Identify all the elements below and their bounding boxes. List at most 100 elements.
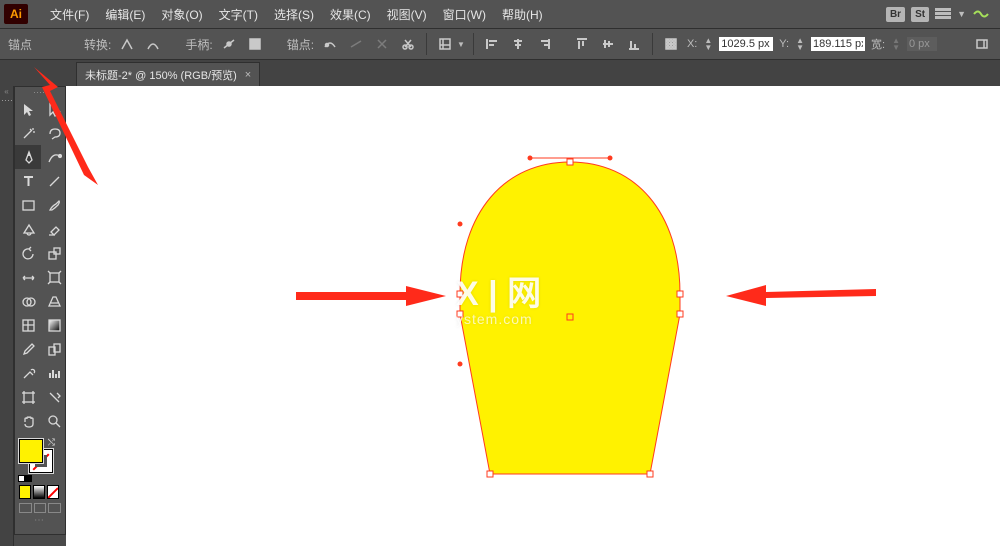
anchor-top[interactable] — [567, 159, 573, 165]
tool-shape-builder[interactable] — [15, 289, 41, 313]
tool-eyedropper[interactable] — [15, 337, 41, 361]
none-mode-icon[interactable] — [47, 485, 59, 499]
anchor-right-mid[interactable] — [677, 291, 683, 297]
hide-handles-icon[interactable] — [245, 34, 265, 54]
color-mode-icon[interactable] — [19, 485, 31, 499]
draw-inside-icon[interactable] — [48, 503, 61, 513]
w-label: 宽: — [871, 36, 885, 52]
tool-eraser[interactable] — [41, 217, 67, 241]
panel-indicator-icon[interactable] — [972, 34, 992, 54]
show-handles-icon[interactable] — [219, 34, 239, 54]
x-input[interactable] — [719, 37, 773, 51]
tool-pen[interactable] — [15, 145, 41, 169]
tool-hand[interactable] — [15, 409, 41, 433]
swap-fill-stroke-icon[interactable]: ⤭ — [48, 437, 55, 448]
menu-window[interactable]: 窗口(W) — [435, 6, 494, 23]
menu-file[interactable]: 文件(F) — [42, 6, 97, 23]
anchor-left-low[interactable] — [457, 311, 463, 317]
anchor-left-mid[interactable] — [457, 291, 463, 297]
tool-free-transform[interactable] — [41, 265, 67, 289]
align-hcenter-icon[interactable] — [508, 34, 528, 54]
align-bottom-icon[interactable] — [624, 34, 644, 54]
align-left-icon[interactable] — [482, 34, 502, 54]
isolate-icon[interactable] — [435, 34, 455, 54]
tool-scale[interactable] — [41, 241, 67, 265]
dropdown-icon[interactable]: ▼ — [957, 9, 966, 19]
app-logo: Ai — [4, 4, 28, 24]
add-anchor-icon — [346, 34, 366, 54]
tool-shaper[interactable] — [15, 217, 41, 241]
fill-stroke-swatch[interactable]: ⤭ — [19, 439, 53, 473]
bridge-badge[interactable]: Br — [886, 7, 905, 22]
shape-path[interactable] — [460, 162, 680, 474]
menu-bar: Ai 文件(F) 编辑(E) 对象(O) 文字(T) 选择(S) 效果(C) 视… — [0, 0, 1000, 28]
y-input[interactable] — [811, 37, 865, 51]
w-input — [907, 37, 937, 51]
tool-rotate[interactable] — [15, 241, 41, 265]
tool-blend[interactable] — [41, 337, 67, 361]
handles-label: 手柄: — [185, 36, 212, 53]
menu-select[interactable]: 选择(S) — [266, 6, 322, 23]
tool-artboard[interactable] — [15, 385, 41, 409]
gradient-mode-icon[interactable] — [33, 485, 45, 499]
cut-path-icon[interactable] — [398, 34, 418, 54]
draw-normal-icon[interactable] — [19, 503, 32, 513]
tool-width[interactable] — [15, 265, 41, 289]
y-label: Y: — [779, 38, 789, 50]
left-panel-well[interactable]: « — [0, 86, 14, 546]
tool-curvature[interactable] — [41, 145, 67, 169]
menu-object[interactable]: 对象(O) — [153, 6, 210, 23]
anchor-right-low[interactable] — [677, 311, 683, 317]
x-label: X: — [687, 38, 697, 50]
menu-type[interactable]: 文字(T) — [211, 6, 266, 23]
tool-symbol-sprayer[interactable] — [15, 361, 41, 385]
document-tab-title: 未标题-2* @ 150% (RGB/预览) — [85, 67, 237, 83]
canvas[interactable]: X | 网 ystem.com — [66, 86, 1000, 546]
tab-close-icon[interactable]: × — [245, 69, 251, 81]
menu-edit[interactable]: 编辑(E) — [97, 6, 153, 23]
draw-behind-icon[interactable] — [34, 503, 47, 513]
tool-brush[interactable] — [41, 193, 67, 217]
menu-effect[interactable]: 效果(C) — [322, 6, 379, 23]
tool-magic-wand[interactable] — [15, 121, 41, 145]
default-fill-stroke-icon[interactable] — [18, 475, 32, 482]
tool-line[interactable] — [41, 169, 67, 193]
control-bar: 锚点 转换: 手柄: 锚点: ▼ X: ▲▼ Y: ▲▼ 宽: ▲▼ — [0, 28, 1000, 60]
gpu-icon[interactable] — [972, 7, 990, 21]
screen-mode-icon[interactable]: ⋯ — [19, 515, 61, 526]
tool-perspective[interactable] — [41, 289, 67, 313]
document-tab[interactable]: 未标题-2* @ 150% (RGB/预览) × — [76, 62, 260, 86]
tool-type[interactable] — [15, 169, 41, 193]
toolbox-grip[interactable] — [15, 87, 65, 97]
tool-rectangle[interactable] — [15, 193, 41, 217]
artwork-shape[interactable] — [450, 154, 690, 489]
align-vcenter-icon[interactable] — [598, 34, 618, 54]
menu-view[interactable]: 视图(V) — [379, 6, 435, 23]
remove-anchor-icon[interactable] — [320, 34, 340, 54]
tool-zoom[interactable] — [41, 409, 67, 433]
anchor-bottom-right[interactable] — [647, 471, 653, 477]
menu-help[interactable]: 帮助(H) — [494, 6, 551, 23]
anchor-bottom-left[interactable] — [487, 471, 493, 477]
stock-badge[interactable]: St — [911, 7, 929, 22]
toolbox: ⤭ ⋯ — [14, 86, 66, 535]
tool-gradient[interactable] — [41, 313, 67, 337]
anchors-label: 锚点: — [287, 36, 314, 53]
align-top-icon[interactable] — [572, 34, 592, 54]
tool-column-graph[interactable] — [41, 361, 67, 385]
anchor-point-label: 锚点 — [8, 36, 32, 53]
align-right-icon[interactable] — [534, 34, 554, 54]
fill-swatch[interactable] — [19, 439, 43, 463]
tool-selection[interactable] — [15, 97, 41, 121]
tool-mesh[interactable] — [15, 313, 41, 337]
convert-smooth-icon[interactable] — [143, 34, 163, 54]
document-tabs: 未标题-2* @ 150% (RGB/预览) × — [0, 60, 1000, 86]
annotation-arrow-left — [296, 286, 446, 311]
tool-slice[interactable] — [41, 385, 67, 409]
tool-direct-selection[interactable] — [41, 97, 67, 121]
convert-label: 转换: — [84, 36, 111, 53]
tool-lasso[interactable] — [41, 121, 67, 145]
reference-point-icon[interactable] — [661, 34, 681, 54]
arrange-documents-icon[interactable] — [935, 7, 951, 21]
convert-corner-icon[interactable] — [117, 34, 137, 54]
